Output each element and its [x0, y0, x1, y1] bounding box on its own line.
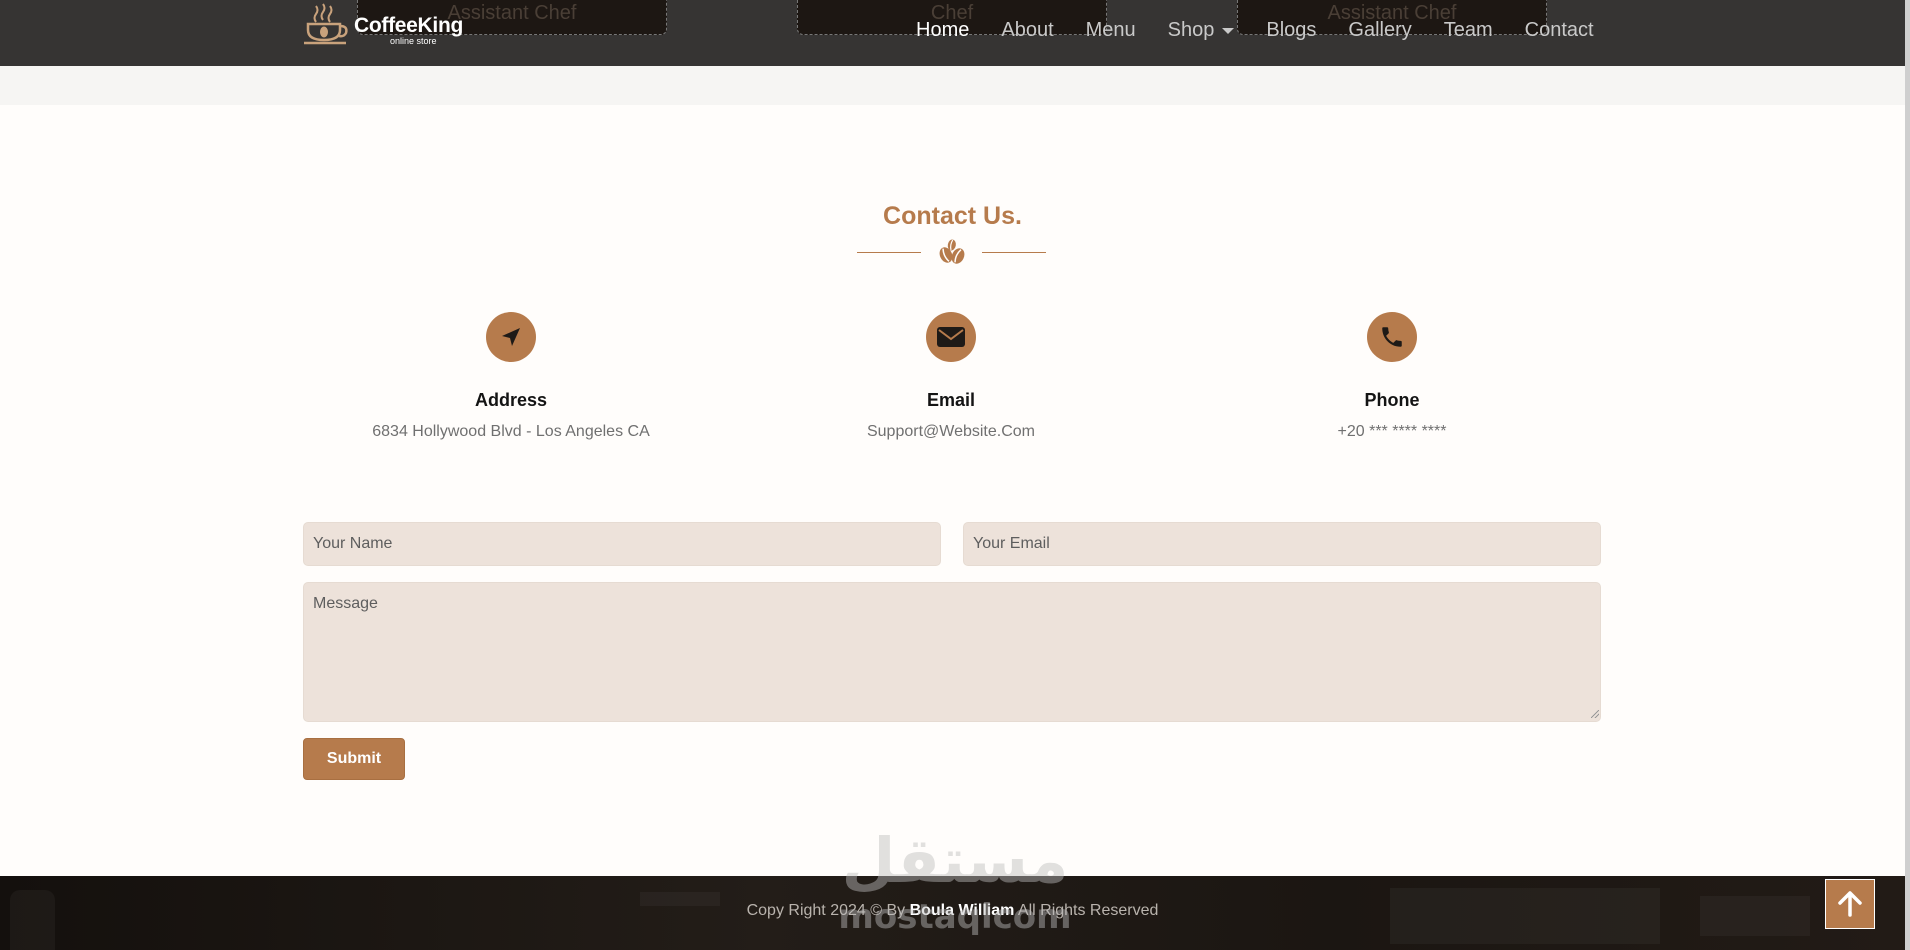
contact-info-email: Email Support@Website.Com: [731, 312, 1171, 441]
nav-link-team[interactable]: Team: [1444, 19, 1493, 42]
nav-link-blogs[interactable]: Blogs: [1266, 19, 1316, 42]
message-field[interactable]: [303, 582, 1601, 722]
contact-info-address: Address 6834 Hollywood Blvd - Los Angele…: [291, 312, 731, 441]
divider-line: [857, 252, 921, 253]
nav-link-about[interactable]: About: [1001, 19, 1053, 42]
section-title: Contact Us.: [883, 202, 1022, 230]
phone-icon: [1367, 312, 1417, 362]
nav-link-home[interactable]: Home: [916, 19, 969, 42]
arrow-up-icon: [1838, 891, 1862, 917]
info-title: Address: [474, 390, 548, 410]
resize-grip-icon[interactable]: [1591, 710, 1599, 718]
coffee-cup-icon: [304, 3, 348, 45]
coffee-beans-icon: [939, 239, 965, 264]
nav-link-menu[interactable]: Menu: [1086, 19, 1136, 42]
email-field[interactable]: [963, 522, 1601, 566]
mostaql-watermark-logo: مستقل mostaqlcom: [838, 824, 1071, 937]
brand-tagline: online store: [390, 36, 437, 46]
title-divider: [857, 238, 1046, 266]
navbar: Assistant Chef Chef Assistant Chef Coffe…: [0, 0, 1905, 66]
svg-text:mostaqlcom: mostaqlcom: [838, 897, 1071, 937]
svg-text:مستقل: مستقل: [842, 824, 1069, 897]
name-field[interactable]: [303, 522, 941, 566]
divider-line: [982, 252, 1046, 253]
envelope-icon: [926, 312, 976, 362]
caret-down-icon: [1222, 27, 1235, 34]
section-separator: [0, 66, 1905, 105]
main-nav: Home About Menu Shop Blogs Gallery Team …: [916, 19, 1594, 42]
brand-logo[interactable]: CoffeeKing online store: [302, 2, 472, 48]
nav-link-shop[interactable]: Shop: [1168, 19, 1235, 42]
location-arrow-icon: [486, 312, 536, 362]
contact-info-phone: Phone +20 *** **** ****: [1172, 312, 1612, 441]
nav-link-contact[interactable]: Contact: [1525, 19, 1594, 42]
nav-link-shop-label: Shop: [1167, 19, 1215, 41]
brand-name: CoffeeKing: [354, 14, 463, 37]
scrollbar[interactable]: [1905, 0, 1910, 950]
back-to-top-button[interactable]: [1825, 879, 1875, 929]
submit-button[interactable]: Submit: [303, 738, 405, 780]
info-value: +20 *** **** ****: [1337, 423, 1447, 440]
info-title: Phone: [1364, 390, 1420, 410]
info-value: Support@Website.Com: [866, 423, 1035, 440]
nav-link-gallery[interactable]: Gallery: [1348, 19, 1411, 42]
info-title: Email: [926, 390, 976, 410]
info-value: 6834 Hollywood Blvd - Los Angeles CA: [372, 423, 650, 440]
footer-bg-shape: [10, 890, 55, 950]
